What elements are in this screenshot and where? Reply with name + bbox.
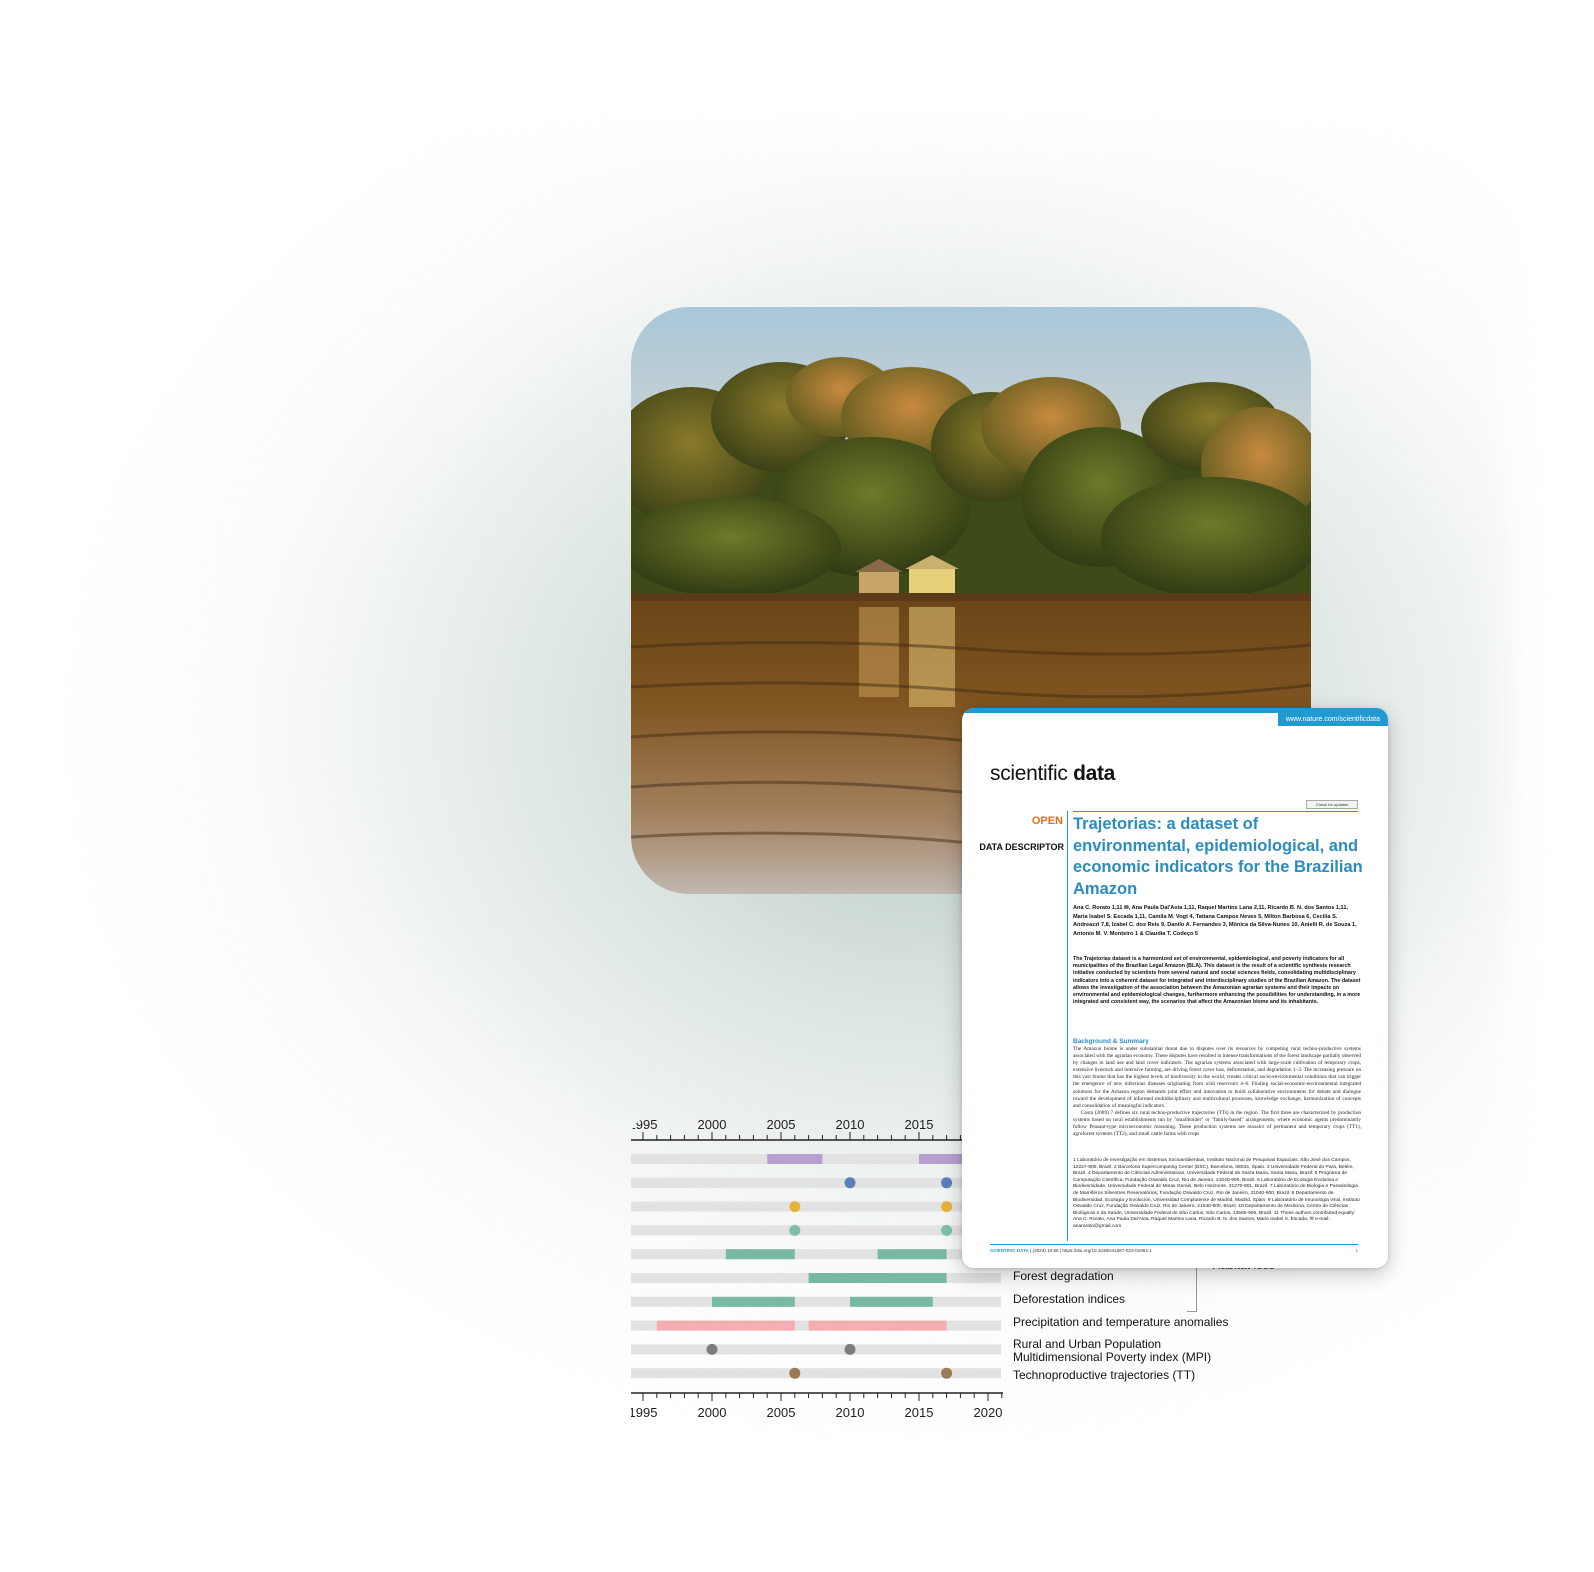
top-tick-label: 2015	[905, 1118, 934, 1132]
row-bar	[712, 1296, 795, 1307]
row-bar	[877, 1249, 947, 1260]
row-dot	[844, 1343, 856, 1355]
row-track	[631, 1344, 1001, 1355]
footer-page-number: 1	[1355, 1248, 1358, 1253]
paper-body: The Amazon biome is under substantial th…	[1073, 1046, 1361, 1138]
row-dot	[844, 1177, 856, 1189]
deforestation-indices-label: Deforestation indices	[1013, 1292, 1126, 1306]
technoproductive-label: Technoproductive trajectories (TT)	[1013, 1368, 1196, 1382]
journal-url[interactable]: www.nature.com/scientificdata	[1277, 713, 1388, 726]
footer-reference: (2023) 10:65 | https://doi.org/10.1038/s…	[1032, 1248, 1152, 1253]
background-heading: Background & Summary	[1073, 1038, 1149, 1045]
row-dot	[706, 1343, 718, 1355]
row-bar	[767, 1154, 823, 1164]
label-bracket-tick	[1187, 1311, 1197, 1312]
row-bar	[656, 1320, 795, 1331]
bottom-tick-label: 2010	[836, 1405, 865, 1420]
footer-journal: SCIENTIFIC DATA |	[990, 1248, 1032, 1253]
population-label: Rural and Urban Population	[1013, 1337, 1162, 1351]
paper-abstract: The Trajetorias dataset is a harmonized …	[1073, 956, 1361, 1006]
footer-rule	[990, 1244, 1358, 1245]
paper-first-page[interactable]: www.nature.com/scientificdata scientific…	[962, 708, 1388, 1268]
paper-title: Trajetorias: a dataset of environmental,…	[1073, 815, 1363, 898]
journal-logo: scientific data	[990, 762, 1115, 786]
body-paragraph-2: Costa (2009) 7 defines six rural techno-…	[1073, 1109, 1361, 1138]
row-dot	[789, 1224, 801, 1236]
row-dot	[789, 1367, 801, 1379]
data-descriptor-label: DATA DESCRIPTOR	[979, 842, 1064, 852]
mpi-label: Multidimensional Poverty index (MPI)	[1013, 1350, 1212, 1364]
row-dot	[941, 1224, 953, 1236]
bottom-tick-label: 2005	[767, 1405, 796, 1420]
bottom-tick-label: 2000	[698, 1405, 727, 1420]
row-dot	[941, 1367, 953, 1379]
body-paragraph-1: The Amazon biome is under substantial th…	[1073, 1046, 1361, 1109]
top-tick-label: 2000	[698, 1118, 727, 1132]
open-access-label: OPEN	[1031, 815, 1063, 827]
label-bracket	[1196, 1262, 1197, 1312]
top-tick-label: 2010	[836, 1118, 865, 1132]
row-bar	[808, 1273, 947, 1283]
precipitation-label: Precipitation and temperature anomalies	[1013, 1315, 1229, 1329]
paper-footer: SCIENTIFIC DATA | (2023) 10:65 | https:/…	[990, 1248, 1358, 1253]
top-rule	[1073, 811, 1358, 812]
top-tick-label: 2005	[767, 1118, 796, 1132]
affiliations: 1 Laboratório de Investigação em Sistema…	[1073, 1158, 1360, 1229]
row-bar	[725, 1249, 795, 1260]
row-track	[631, 1296, 1001, 1307]
bottom-tick-label: 2015	[905, 1405, 934, 1420]
check-for-updates-button[interactable]: Check for updates	[1306, 800, 1358, 809]
row-dot	[941, 1177, 953, 1189]
row-dot	[941, 1201, 953, 1213]
journal-logo-bold: data	[1073, 762, 1116, 785]
forest-degradation-label: Forest degradation	[1013, 1269, 1114, 1283]
row-bar	[850, 1296, 933, 1307]
paper-authors: Ana C. Rorato 1,11 ✉, Ana Paula Dal'Asta…	[1073, 905, 1357, 937]
bottom-tick-label: 2020	[974, 1405, 1003, 1420]
row-bar	[808, 1320, 947, 1331]
row-dot	[789, 1201, 801, 1213]
bottom-tick-label: 1995	[631, 1405, 657, 1420]
left-rule	[1067, 811, 1068, 1241]
journal-logo-light: scientific	[990, 762, 1068, 785]
